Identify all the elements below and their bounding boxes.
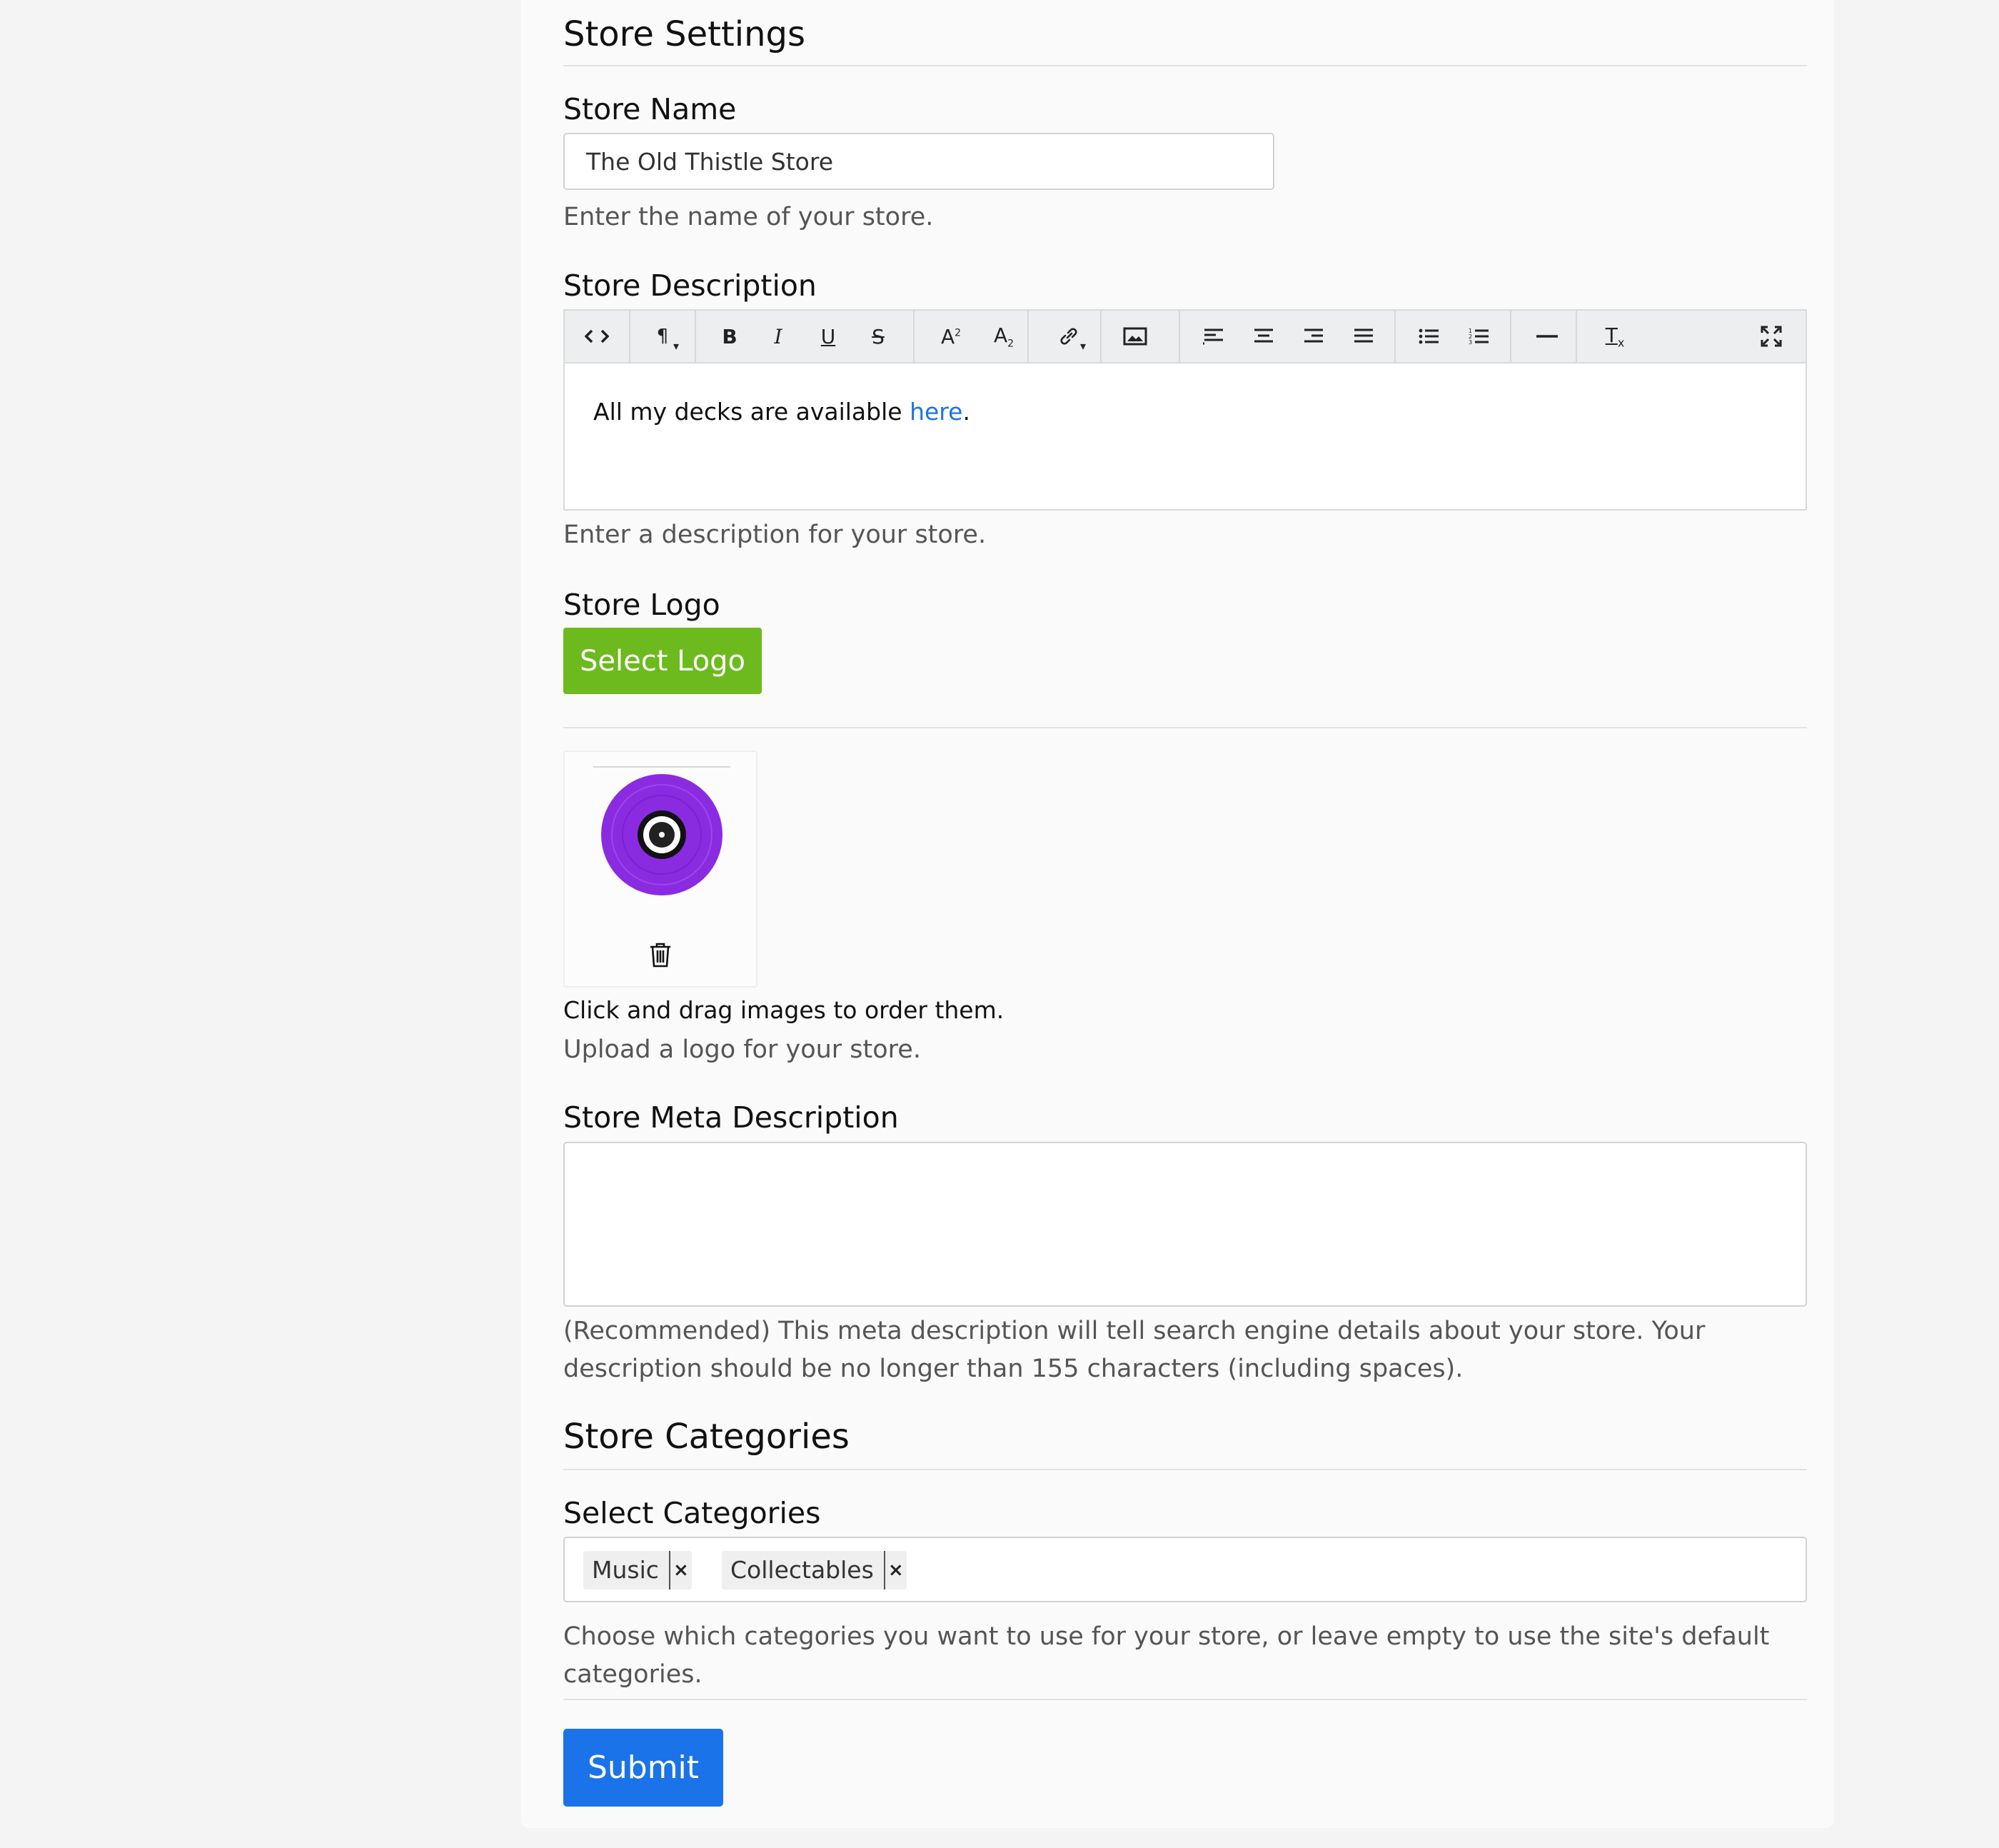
remove-tag-button[interactable]: × bbox=[668, 1551, 692, 1590]
subscript-icon: A2 bbox=[993, 323, 1014, 350]
toolbar-separator bbox=[1576, 311, 1577, 362]
categories-help: Choose which categories you want to use … bbox=[563, 1622, 1770, 1689]
categories-select[interactable]: Music × Collectables × bbox=[563, 1537, 1807, 1602]
align-right-icon bbox=[1304, 328, 1323, 343]
bullet-list-icon bbox=[1419, 328, 1439, 344]
align-right-button[interactable] bbox=[1289, 311, 1339, 362]
meta-description-help: (Recommended) This meta description will… bbox=[563, 1317, 1706, 1383]
category-tag-collectables: Collectables × bbox=[722, 1551, 907, 1590]
store-description-help: Enter a description for your store. bbox=[563, 521, 987, 549]
clear-formatting-icon: Tx bbox=[1605, 323, 1625, 350]
tag-label: Music bbox=[592, 1556, 659, 1584]
store-description-label: Store Description bbox=[563, 268, 817, 303]
align-center-icon bbox=[1254, 328, 1273, 343]
store-name-input[interactable] bbox=[563, 133, 1274, 190]
store-settings-heading: Store Settings bbox=[563, 14, 805, 54]
italic-button[interactable]: I bbox=[756, 311, 800, 362]
strikethrough-button[interactable]: S bbox=[856, 311, 900, 362]
numbered-list-icon: 123 bbox=[1469, 328, 1489, 346]
align-justify-button[interactable] bbox=[1339, 311, 1389, 362]
insert-link-button[interactable]: ▾ bbox=[1040, 311, 1097, 362]
divider bbox=[563, 1699, 1807, 1700]
bold-icon: B bbox=[722, 324, 737, 348]
remove-tag-button[interactable]: × bbox=[883, 1551, 907, 1590]
toolbar-separator bbox=[1394, 311, 1396, 362]
store-categories-heading: Store Categories bbox=[563, 1417, 850, 1457]
select-categories-label: Select Categories bbox=[563, 1496, 821, 1530]
toolbar-separator bbox=[1179, 311, 1180, 362]
divider bbox=[563, 727, 1807, 728]
store-logo-label: Store Logo bbox=[563, 588, 720, 622]
drag-order-note: Click and drag images to order them. bbox=[563, 996, 1004, 1024]
toolbar-separator bbox=[913, 311, 915, 362]
paragraph-icon: ¶ bbox=[656, 326, 669, 347]
store-name-help: Enter the name of your store. bbox=[563, 203, 934, 231]
store-name-label: Store Name bbox=[563, 92, 737, 126]
meta-description-textarea[interactable] bbox=[563, 1142, 1807, 1307]
strikethrough-icon: S bbox=[872, 324, 885, 348]
store-meta-description-label: Store Meta Description bbox=[563, 1100, 899, 1135]
bullet-list-button[interactable] bbox=[1404, 311, 1454, 362]
tag-label: Collectables bbox=[730, 1556, 874, 1584]
paragraph-format-button[interactable]: ¶ ▾ bbox=[630, 311, 695, 362]
toolbar-separator bbox=[695, 311, 696, 362]
thumbnail-divider bbox=[593, 766, 730, 768]
settings-panel: Store Settings Store Name Enter the name… bbox=[521, 0, 1833, 1828]
fullscreen-icon bbox=[1761, 326, 1782, 347]
align-justify-icon bbox=[1354, 328, 1373, 343]
bold-button[interactable]: B bbox=[708, 311, 752, 362]
underline-icon: U bbox=[820, 324, 836, 348]
svg-text:3: 3 bbox=[1469, 339, 1472, 346]
italic-icon: I bbox=[774, 324, 782, 348]
description-link[interactable]: here bbox=[910, 398, 962, 426]
editor-toolbar: ¶ ▾ B I U S A2 A2 ▾ 1 2 3 Tx bbox=[565, 311, 1806, 363]
image-icon bbox=[1123, 327, 1147, 346]
code-view-button[interactable] bbox=[565, 311, 629, 362]
underline-button[interactable]: U bbox=[806, 311, 850, 362]
logo-thumbnail[interactable] bbox=[563, 750, 757, 988]
fullscreen-button[interactable] bbox=[1743, 311, 1800, 362]
insert-image-button[interactable] bbox=[1103, 311, 1167, 362]
store-logo-help: Upload a logo for your store. bbox=[563, 1035, 921, 1064]
editor-content[interactable]: All my decks are available here. bbox=[593, 398, 970, 426]
align-left-button[interactable] bbox=[1189, 311, 1239, 362]
numbered-list-button[interactable]: 123 bbox=[1454, 311, 1504, 362]
chevron-down-icon: ▾ bbox=[1080, 339, 1087, 353]
rich-text-editor: ¶ ▾ B I U S A2 A2 ▾ 1 2 3 Tx All my deck… bbox=[563, 309, 1807, 511]
divider bbox=[563, 1469, 1807, 1470]
horizontal-rule-button[interactable] bbox=[1519, 311, 1576, 362]
superscript-icon: A2 bbox=[940, 324, 962, 348]
chevron-down-icon: ▾ bbox=[673, 339, 680, 353]
toolbar-separator bbox=[1027, 311, 1029, 362]
align-left-icon bbox=[1203, 328, 1223, 345]
horizontal-rule-icon bbox=[1536, 335, 1558, 338]
select-logo-button[interactable]: Select Logo bbox=[563, 628, 762, 694]
submit-button[interactable]: Submit bbox=[563, 1729, 723, 1807]
category-tag-music: Music × bbox=[583, 1551, 692, 1590]
divider bbox=[563, 65, 1807, 66]
trash-icon bbox=[650, 943, 670, 968]
logo-image bbox=[601, 774, 722, 895]
editor-text-end: . bbox=[962, 398, 970, 426]
superscript-button[interactable]: A2 bbox=[926, 311, 976, 362]
align-center-button[interactable] bbox=[1239, 311, 1289, 362]
code-icon bbox=[585, 329, 609, 343]
clear-formatting-button[interactable]: Tx bbox=[1583, 311, 1647, 362]
link-icon bbox=[1060, 328, 1077, 345]
editor-text: All my decks are available bbox=[593, 398, 910, 426]
subscript-button[interactable]: A2 bbox=[979, 311, 1029, 362]
toolbar-separator bbox=[1510, 311, 1511, 362]
delete-logo-button[interactable] bbox=[648, 941, 673, 968]
toolbar-separator bbox=[1100, 311, 1102, 362]
